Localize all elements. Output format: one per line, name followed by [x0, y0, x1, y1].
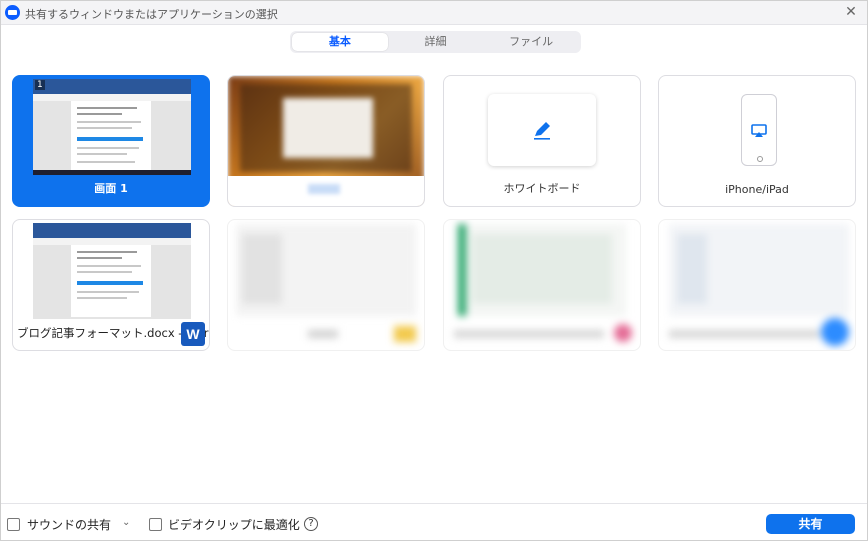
share-sound-checkbox[interactable] — [7, 518, 20, 531]
share-tile-blurred-window-2[interactable] — [443, 219, 641, 351]
chevron-down-icon[interactable]: ⌄ — [122, 517, 130, 528]
share-tile-whiteboard[interactable]: ホワイトボード — [443, 75, 641, 207]
optimize-video-checkbox[interactable] — [149, 518, 162, 531]
tab-advanced[interactable]: 詳細 — [388, 33, 484, 51]
tab-bar: 基本 詳細 ファイル — [290, 31, 581, 53]
screen-thumbnail — [33, 79, 191, 175]
whiteboard-card — [488, 94, 596, 166]
share-tile-blurred-window-3[interactable] — [658, 219, 856, 351]
iphone-ipad-label: iPhone/iPad — [725, 183, 789, 196]
window-title: 共有するウィンドウまたはアプリケーションの選択 — [25, 8, 278, 21]
blurred-label — [308, 184, 340, 194]
title-bar: 共有するウィンドウまたはアプリケーションの選択 ✕ — [1, 1, 867, 25]
phone-illustration — [741, 94, 777, 166]
share-sound-label[interactable]: サウンドの共有 — [27, 516, 111, 533]
screen-1-label: 画面 1 — [94, 182, 128, 195]
share-tile-blurred-screen[interactable] — [227, 75, 425, 207]
app-logo-icon — [5, 5, 20, 20]
share-tile-screen-1[interactable]: 1 画面 1 — [12, 75, 210, 207]
share-tile-blurred-window-1[interactable] — [227, 219, 425, 351]
blurred-thumbnail — [659, 220, 855, 350]
share-tile-iphone-ipad[interactable]: iPhone/iPad — [658, 75, 856, 207]
footer-bar: サウンドの共有 ⌄ ビデオクリップに最適化 ? 共有 — [1, 503, 867, 540]
whiteboard-label: ホワイトボード — [503, 182, 581, 195]
blurred-thumbnail — [228, 220, 424, 350]
whiteboard-pen-icon — [534, 122, 550, 140]
share-button[interactable]: 共有 — [766, 514, 855, 534]
share-tile-word-window[interactable]: ブログ記事フォーマット.docx - Word W — [12, 219, 210, 351]
word-app-icon: W — [181, 322, 205, 346]
blurred-thumbnail — [444, 220, 640, 350]
airplay-icon — [751, 124, 767, 137]
share-screen-dialog: 共有するウィンドウまたはアプリケーションの選択 ✕ 基本 詳細 ファイル 1 画… — [0, 0, 868, 541]
close-icon[interactable]: ✕ — [843, 4, 859, 20]
word-window-thumbnail — [33, 223, 191, 319]
optimize-video-label[interactable]: ビデオクリップに最適化 — [168, 516, 300, 533]
tab-basic[interactable]: 基本 — [292, 33, 388, 51]
screen-number-badge: 1 — [35, 80, 45, 90]
tab-files[interactable]: ファイル — [483, 33, 579, 51]
help-icon[interactable]: ? — [304, 517, 318, 531]
